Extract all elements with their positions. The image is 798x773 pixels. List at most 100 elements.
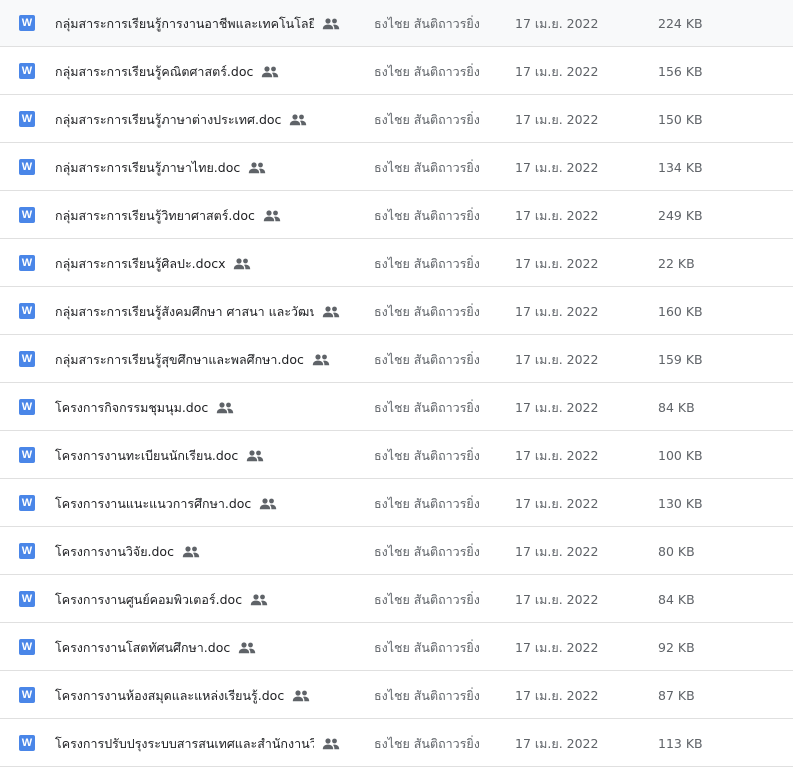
file-owner: ธงไชย สันติถาวรยิ่ง [374, 640, 480, 655]
file-size: 156 KB [658, 64, 703, 79]
file-owner: ธงไชย สันติถาวรยิ่ง [374, 448, 480, 463]
file-name: โครงการงานทะเบียนนักเรียน.doc [55, 448, 239, 463]
file-name-cell[interactable]: กลุ่มสาระการเรียนรู้ภาษาไทย.doc [55, 144, 266, 191]
word-doc-icon: W [19, 639, 35, 655]
file-size: 84 KB [658, 400, 695, 415]
file-owner: ธงไชย สันติถาวรยิ่ง [374, 544, 480, 559]
file-row[interactable]: W กลุ่มสาระการเรียนรู้ภาษาไทย.doc ธงไชย … [0, 144, 793, 191]
file-name-cell[interactable]: กลุ่มสาระการเรียนรู้คณิตศาสตร์.doc [55, 48, 279, 95]
file-row[interactable]: W โครงการกิจกรรมชุมนุม.doc ธงไชย สันติถา… [0, 384, 793, 431]
file-size: 87 KB [658, 688, 695, 703]
word-doc-icon-glyph: W [21, 209, 33, 221]
file-modified-date: 17 เม.ย. 2022 [515, 544, 599, 559]
file-size: 224 KB [658, 16, 703, 31]
file-row[interactable]: W โครงการปรับปรุงระบบสารสนเทศและสำนักงาน… [0, 720, 793, 767]
file-row[interactable]: W โครงการงานห้องสมุดและแหล่งเรียนรู้.doc… [0, 672, 793, 719]
word-doc-icon-glyph: W [21, 17, 33, 29]
shared-people-icon [292, 689, 310, 701]
file-row[interactable]: W กลุ่มสาระการเรียนรู้การงานอาชีพและเทคโ… [0, 0, 793, 47]
file-list: W กลุ่มสาระการเรียนรู้การงานอาชีพและเทคโ… [0, 0, 798, 773]
file-name: โครงการงานห้องสมุดและแหล่งเรียนรู้.doc [55, 688, 285, 703]
file-size: 92 KB [658, 640, 695, 655]
file-name-cell[interactable]: กลุ่มสาระการเรียนรู้สังคมศึกษา ศาสนา และ… [55, 288, 340, 335]
word-doc-icon-glyph: W [21, 65, 33, 77]
file-name-cell[interactable]: โครงการปรับปรุงระบบสารสนเทศและสำนักงานวิ… [55, 720, 340, 767]
word-doc-icon-glyph: W [21, 641, 33, 653]
file-modified-date: 17 เม.ย. 2022 [515, 400, 599, 415]
file-name: โครงการงานวิจัย.doc [55, 544, 174, 559]
file-row[interactable]: W โครงการงานศูนย์คอมพิวเตอร์.doc ธงไชย ส… [0, 576, 793, 623]
file-name: โครงการปรับปรุงระบบสารสนเทศและสำนักงานวิ… [55, 736, 314, 751]
shared-people-icon [290, 113, 307, 125]
file-name: กลุ่มสาระการเรียนรู้คณิตศาสตร์.doc [55, 64, 254, 79]
file-size: 113 KB [658, 736, 703, 751]
file-name-cell[interactable]: โครงการงานทะเบียนนักเรียน.doc [55, 432, 264, 479]
word-doc-icon: W [19, 735, 35, 751]
file-owner: ธงไชย สันติถาวรยิ่ง [374, 496, 480, 511]
file-size: 159 KB [658, 352, 703, 367]
file-name: กลุ่มสาระการเรียนรู้ภาษาไทย.doc [55, 160, 241, 175]
shared-people-icon [247, 449, 264, 461]
file-size: 249 KB [658, 208, 703, 223]
word-doc-icon: W [19, 15, 35, 31]
file-row[interactable]: W กลุ่มสาระการเรียนรู้สังคมศึกษา ศาสนา แ… [0, 288, 793, 335]
file-name: กลุ่มสาระการเรียนรู้ศิลปะ.docx [55, 256, 226, 271]
file-modified-date: 17 เม.ย. 2022 [515, 208, 599, 223]
file-name-cell[interactable]: โครงการกิจกรรมชุมนุม.doc [55, 384, 234, 431]
word-doc-icon-glyph: W [21, 593, 33, 605]
file-row[interactable]: W โครงการงานโสตทัศนศึกษา.doc ธงไชย สันติ… [0, 624, 793, 671]
file-row[interactable]: W กลุ่มสาระการเรียนรู้คณิตศาสตร์.doc ธงไ… [0, 48, 793, 95]
file-name-cell[interactable]: โครงการงานห้องสมุดและแหล่งเรียนรู้.doc [55, 672, 310, 719]
word-doc-icon: W [19, 303, 35, 319]
file-size: 22 KB [658, 256, 695, 271]
file-name-cell[interactable]: กลุ่มสาระการเรียนรู้ภาษาต่างประเทศ.doc [55, 96, 307, 143]
file-row[interactable]: W โครงการงานทะเบียนนักเรียน.doc ธงไชย สั… [0, 432, 793, 479]
file-modified-date: 17 เม.ย. 2022 [515, 640, 599, 655]
shared-people-icon [249, 161, 266, 173]
word-doc-icon: W [19, 207, 35, 223]
file-owner: ธงไชย สันติถาวรยิ่ง [374, 304, 480, 319]
file-modified-date: 17 เม.ย. 2022 [515, 256, 599, 271]
file-name-cell[interactable]: กลุ่มสาระการเรียนรู้ศิลปะ.docx [55, 240, 251, 287]
file-size: 160 KB [658, 304, 703, 319]
file-row[interactable]: W กลุ่มสาระการเรียนรู้ศิลปะ.docx ธงไชย ส… [0, 240, 793, 287]
word-doc-icon-glyph: W [21, 737, 33, 749]
word-doc-icon: W [19, 687, 35, 703]
file-name: โครงการกิจกรรมชุมนุม.doc [55, 400, 209, 415]
file-modified-date: 17 เม.ย. 2022 [515, 592, 599, 607]
word-doc-icon: W [19, 591, 35, 607]
word-doc-icon-glyph: W [21, 113, 33, 125]
file-row[interactable]: W กลุ่มสาระการเรียนรู้วิทยาศาสตร์.doc ธง… [0, 192, 793, 239]
file-name-cell[interactable]: โครงการงานศูนย์คอมพิวเตอร์.doc [55, 576, 268, 623]
file-modified-date: 17 เม.ย. 2022 [515, 736, 599, 751]
word-doc-icon: W [19, 63, 35, 79]
word-doc-icon: W [19, 399, 35, 415]
file-size: 134 KB [658, 160, 703, 175]
file-owner: ธงไชย สันติถาวรยิ่ง [374, 592, 480, 607]
word-doc-icon-glyph: W [21, 401, 33, 413]
shared-people-icon [239, 641, 256, 653]
file-name-cell[interactable]: โครงการงานแนะแนวการศึกษา.doc [55, 480, 277, 527]
file-modified-date: 17 เม.ย. 2022 [515, 688, 599, 703]
file-name: กลุ่มสาระการเรียนรู้สังคมศึกษา ศาสนา และ… [55, 304, 314, 319]
file-owner: ธงไชย สันติถาวรยิ่ง [374, 256, 480, 271]
file-modified-date: 17 เม.ย. 2022 [515, 112, 599, 127]
file-name-cell[interactable]: กลุ่มสาระการเรียนรู้วิทยาศาสตร์.doc [55, 192, 281, 239]
file-size: 130 KB [658, 496, 703, 511]
word-doc-icon-glyph: W [21, 545, 33, 557]
file-size: 150 KB [658, 112, 703, 127]
shared-people-icon [182, 545, 200, 557]
file-modified-date: 17 เม.ย. 2022 [515, 64, 599, 79]
file-row[interactable]: W กลุ่มสาระการเรียนรู้ภาษาต่างประเทศ.doc… [0, 96, 793, 143]
file-name-cell[interactable]: กลุ่มสาระการเรียนรู้สุขศึกษาและพลศึกษา.d… [55, 336, 330, 383]
file-row[interactable]: W โครงการงานแนะแนวการศึกษา.doc ธงไชย สัน… [0, 480, 793, 527]
file-name-cell[interactable]: กลุ่มสาระการเรียนรู้การงานอาชีพและเทคโนโ… [55, 0, 340, 47]
file-name: โครงการงานแนะแนวการศึกษา.doc [55, 496, 252, 511]
file-name-cell[interactable]: โครงการงานวิจัย.doc [55, 528, 200, 575]
file-name-cell[interactable]: โครงการงานโสตทัศนศึกษา.doc [55, 624, 256, 671]
shared-people-icon [312, 353, 330, 365]
shared-people-icon [263, 209, 281, 221]
file-row[interactable]: W กลุ่มสาระการเรียนรู้สุขศึกษาและพลศึกษา… [0, 336, 793, 383]
file-row[interactable]: W โครงการงานวิจัย.doc ธงไชย สันติถาวรยิ่… [0, 528, 793, 575]
file-modified-date: 17 เม.ย. 2022 [515, 496, 599, 511]
